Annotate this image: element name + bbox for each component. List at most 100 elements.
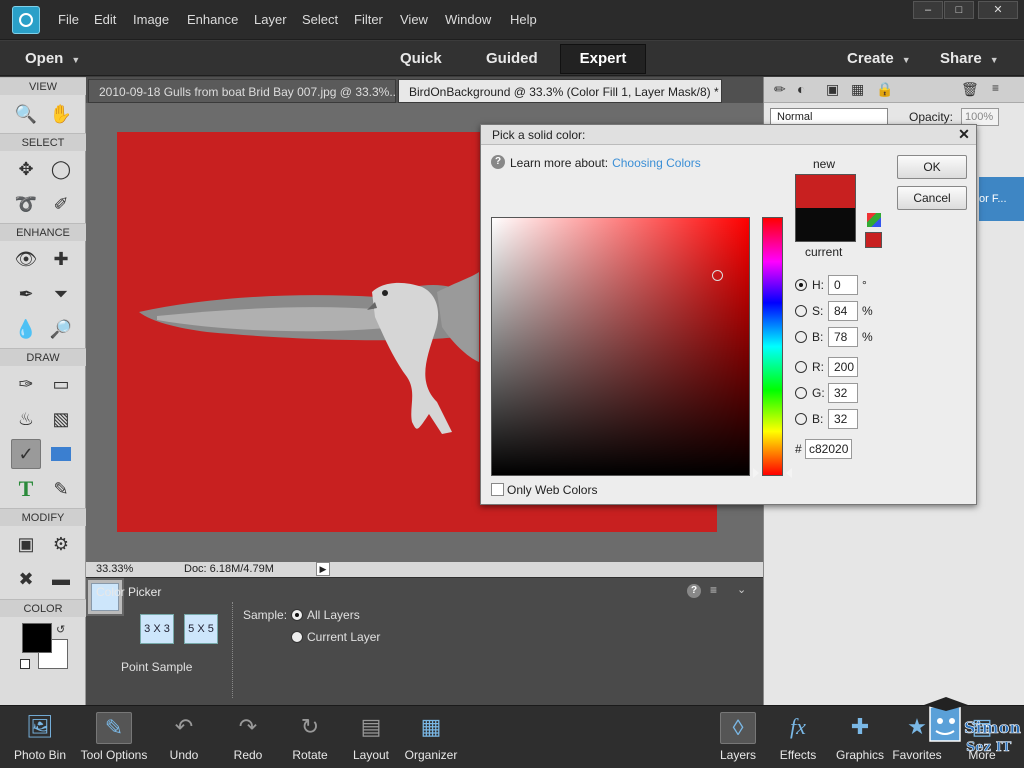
create-button[interactable]: Create ▼ (847, 50, 911, 67)
saturation-input[interactable]: 84 (828, 301, 858, 321)
move-tool-icon[interactable]: ✥ (11, 154, 41, 184)
type-tool-icon[interactable]: T (11, 474, 41, 504)
menu-file[interactable]: File (58, 12, 79, 27)
organizer-button[interactable]: ▦ Organizer (396, 706, 466, 768)
menu-layer[interactable]: Layer (254, 12, 287, 27)
sample-5x5-button[interactable]: 5 X 5 (184, 614, 218, 644)
zoom-tool-icon[interactable]: 🔍 (11, 99, 41, 129)
lock-icon[interactable]: 🔒 (876, 81, 893, 98)
pencil-tool-icon[interactable]: ✎ (46, 474, 76, 504)
status-menu-arrow-icon[interactable]: ▶ (316, 562, 330, 576)
hue-input[interactable]: 0 (828, 275, 858, 295)
layer-mask-icon[interactable]: ▣ (826, 81, 839, 98)
current-layer-radio[interactable] (291, 631, 303, 643)
hand-tool-icon[interactable]: ✋ (46, 99, 76, 129)
saturation-radio[interactable] (795, 305, 807, 317)
tool-options-button[interactable]: ✎ Tool Options (79, 706, 149, 768)
blue-input[interactable]: 32 (828, 409, 858, 429)
cancel-button[interactable]: Cancel (897, 186, 967, 210)
maximize-button[interactable]: □ (944, 1, 974, 19)
red-eye-tool-icon[interactable]: 👁 (11, 244, 41, 274)
clone-stamp-icon[interactable]: ⏷ (46, 279, 76, 309)
lasso-tool-icon[interactable]: ➰ (11, 189, 41, 219)
eyedropper-icon[interactable]: ✓ (11, 439, 41, 469)
default-colors-icon[interactable] (20, 659, 30, 669)
straighten-tool-icon[interactable]: ▬ (46, 564, 76, 594)
tab-expert[interactable]: Expert (560, 44, 646, 74)
hex-input[interactable]: c82020 (805, 439, 852, 459)
zoom-readout[interactable]: 33.33% (96, 563, 133, 575)
quick-selection-tool-icon[interactable]: ✐ (46, 189, 76, 219)
undo-button[interactable]: ↶ Undo (149, 706, 219, 768)
brightness-radio[interactable] (795, 331, 807, 343)
content-aware-move-icon[interactable]: ✖ (11, 564, 41, 594)
marquee-tool-icon[interactable]: ◯ (46, 154, 76, 184)
layer-row-color-fill[interactable]: or F... (979, 177, 1024, 221)
photo-bin-button[interactable]: 🖼 Photo Bin (5, 706, 75, 768)
lock-transparency-icon[interactable]: ▦ (851, 81, 864, 98)
menu-view[interactable]: View (400, 12, 428, 27)
tab-document-gulls[interactable]: 2010-09-18 Gulls from boat Brid Bay 007.… (88, 79, 396, 103)
collapse-icon[interactable]: ⌄ (737, 583, 746, 596)
tab-document-bird[interactable]: BirdOnBackground @ 33.3% (Color Fill 1, … (398, 79, 722, 103)
paint-bucket-icon[interactable]: ♨ (11, 404, 41, 434)
share-button[interactable]: Share ▼ (940, 50, 999, 67)
panel-menu-icon[interactable]: ≡ (710, 583, 717, 597)
delete-layer-icon[interactable]: 🗑 (961, 81, 979, 98)
ok-button[interactable]: OK (897, 155, 967, 179)
eraser-tool-icon[interactable]: ▭ (46, 369, 76, 399)
adjustment-layer-icon[interactable]: ◐ (797, 81, 805, 97)
red-input[interactable]: 200 (828, 357, 858, 377)
close-icon[interactable]: ✕ (956, 126, 972, 142)
menu-edit[interactable]: Edit (94, 12, 116, 27)
gradient-tool-icon[interactable]: ▧ (46, 404, 76, 434)
sample-3x3-button[interactable]: 3 X 3 (140, 614, 174, 644)
effects-button[interactable]: fx Effects (763, 706, 833, 768)
smart-brush-icon[interactable]: ✒ (11, 279, 41, 309)
recompose-tool-icon[interactable]: ⚙ (46, 529, 76, 559)
all-layers-radio[interactable] (291, 609, 303, 621)
shape-tool-icon[interactable] (46, 439, 76, 469)
hue-radio[interactable] (795, 279, 807, 291)
svg-text:Sez IT: Sez IT (966, 740, 1012, 755)
brush-tool-icon[interactable]: ✑ (11, 369, 41, 399)
red-radio[interactable] (795, 361, 807, 373)
menu-enhance[interactable]: Enhance (187, 12, 238, 27)
close-window-button[interactable]: ✕ (978, 1, 1018, 19)
crop-tool-icon[interactable]: ▣ (11, 529, 41, 559)
saturation-brightness-field[interactable] (491, 217, 750, 476)
open-button[interactable]: Open ▼ (25, 50, 80, 67)
menu-window[interactable]: Window (445, 12, 491, 27)
green-input[interactable]: 32 (828, 383, 858, 403)
swap-colors-icon[interactable]: ↺ (56, 623, 65, 636)
blue-radio[interactable] (795, 413, 807, 425)
new-layer-icon[interactable]: ✏ (774, 81, 786, 98)
rotate-button[interactable]: ↻ Rotate (275, 706, 345, 768)
graphics-button[interactable]: ✚ Graphics (825, 706, 895, 768)
color-cube-icon[interactable] (867, 213, 881, 227)
choosing-colors-link[interactable]: Choosing Colors (612, 156, 701, 170)
tab-quick[interactable]: Quick (400, 50, 442, 67)
hue-slider-handle-left[interactable] (753, 468, 759, 478)
foreground-color-swatch[interactable] (22, 623, 52, 653)
sponge-tool-icon[interactable]: 🔎 (46, 314, 76, 344)
menu-filter[interactable]: Filter (354, 12, 383, 27)
web-safe-color-swatch[interactable] (865, 232, 882, 248)
current-color-swatch[interactable] (795, 208, 856, 242)
healing-brush-icon[interactable]: ✚ (46, 244, 76, 274)
hue-slider-handle-right[interactable] (786, 468, 792, 478)
panel-menu-icon[interactable]: ≡ (992, 81, 999, 95)
green-radio[interactable] (795, 387, 807, 399)
only-web-colors-checkbox[interactable] (491, 483, 504, 496)
help-icon[interactable]: ? (687, 584, 701, 598)
hue-slider[interactable] (762, 217, 783, 476)
brightness-input[interactable]: 78 (828, 327, 858, 347)
menu-select[interactable]: Select (302, 12, 338, 27)
menu-help[interactable]: Help (510, 12, 537, 27)
redo-button[interactable]: ↷ Redo (213, 706, 283, 768)
minimize-button[interactable]: – (913, 1, 943, 19)
color-selection-marker[interactable] (712, 270, 723, 281)
tab-guided[interactable]: Guided (486, 50, 538, 67)
menu-image[interactable]: Image (133, 12, 169, 27)
blur-tool-icon[interactable]: 💧 (11, 314, 41, 344)
